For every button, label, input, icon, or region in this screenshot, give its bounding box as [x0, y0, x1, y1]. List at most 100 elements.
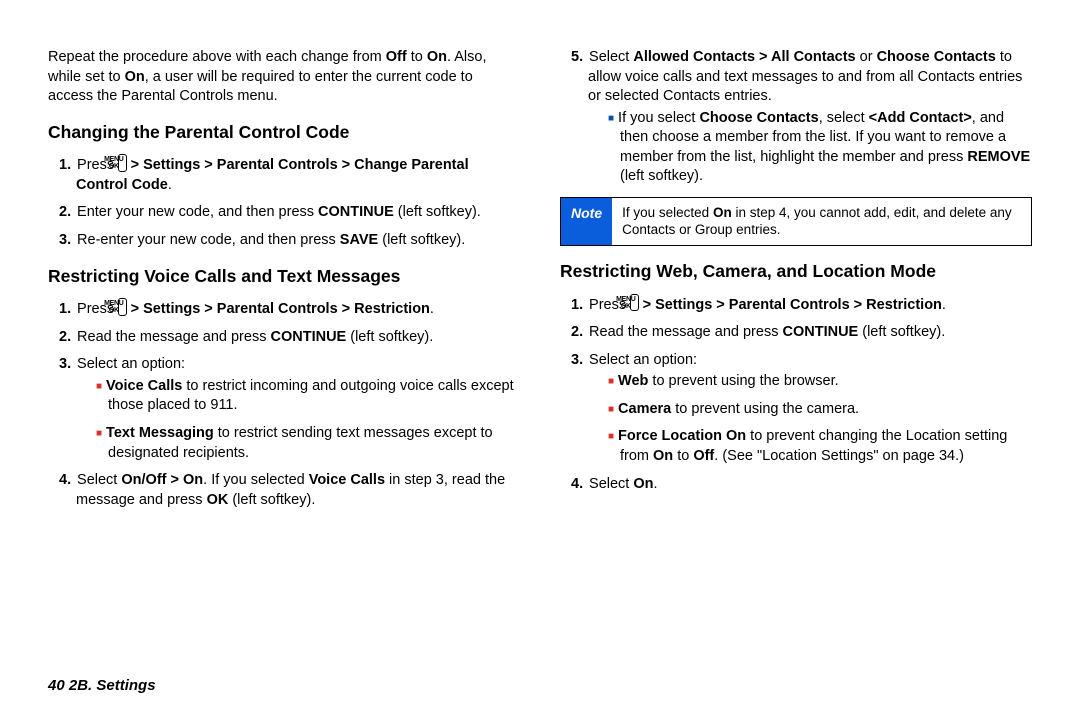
step-3: 3. Select an option: ■Web to prevent usi… [560, 351, 1032, 467]
step-number: 1. [59, 156, 73, 176]
step-1: 1. Press MENUOK > Settings > Parental Co… [560, 294, 1032, 316]
bullet-icon: ■ [608, 376, 618, 387]
text: to prevent using the browser. [648, 373, 838, 389]
text: . [430, 301, 434, 317]
bold-on: On [713, 205, 732, 220]
step-3: 3. Re-enter your new code, and then pres… [48, 231, 520, 251]
text: (left softkey). [346, 329, 433, 345]
text: (left softkey). [394, 204, 481, 220]
manual-page: Repeat the procedure above with each cha… [0, 0, 1080, 720]
text: . [168, 177, 172, 193]
bold-choose: Choose Contacts [877, 49, 996, 65]
bold-continue: CONTINUE [270, 329, 346, 345]
text: , select [819, 110, 869, 126]
step-1: 1. Press MENUOK > Settings > Parental Co… [48, 154, 520, 195]
text: Select an option: [589, 352, 697, 368]
step-number: 4. [571, 475, 585, 495]
option-force-location: ■Force Location On to prevent changing t… [588, 427, 1032, 466]
bold-remove: REMOVE [967, 149, 1030, 165]
steps-restrict-calls-cont: 5. Select Allowed Contacts > All Contact… [560, 48, 1032, 187]
bold-on: On [427, 49, 447, 65]
step-number: 2. [571, 323, 585, 343]
text: (left softkey). [228, 492, 315, 508]
text: . If you selected [203, 472, 309, 488]
text: Select [77, 472, 121, 488]
bullet-icon: ■ [96, 428, 106, 439]
step-number: 5. [571, 48, 585, 68]
text: Enter your new code, and then press [77, 204, 318, 220]
text: . (See "Location Settings" on page 34.) [714, 448, 964, 464]
bold-voice: Voice Calls [106, 378, 182, 394]
menu-ok-key-icon: MENUOK [118, 154, 126, 172]
step-number: 3. [59, 355, 73, 375]
page-footer: 40 2B. Settings [48, 676, 156, 696]
heading-restrict-calls: Restricting Voice Calls and Text Message… [48, 265, 520, 289]
bold-allowed: Allowed Contacts > All Contacts [633, 49, 855, 65]
option-list: ■Voice Calls to restrict incoming and ou… [76, 377, 520, 463]
step-2: 2. Enter your new code, and then press C… [48, 203, 520, 223]
section-name: 2B. Settings [69, 677, 156, 694]
note-body: If you selected On in step 4, you cannot… [612, 198, 1031, 245]
bold-voice: Voice Calls [309, 472, 385, 488]
note-box: Note If you selected On in step 4, you c… [560, 197, 1032, 246]
step-number: 2. [59, 203, 73, 223]
bold-on: On [633, 476, 653, 492]
text: Read the message and press [589, 324, 782, 340]
bold-continue: CONTINUE [782, 324, 858, 340]
right-column: 5. Select Allowed Contacts > All Contact… [560, 48, 1032, 518]
nav-path: > Settings > Parental Controls > Change … [76, 157, 469, 193]
steps-restrict-web: 1. Press MENUOK > Settings > Parental Co… [560, 294, 1032, 495]
text: Select [589, 49, 633, 65]
bold-ok: OK [207, 492, 229, 508]
step-number: 3. [59, 231, 73, 251]
text: (left softkey). [378, 232, 465, 248]
bold-web: Web [618, 373, 648, 389]
sub-choose-contacts: ■If you select Choose Contacts, select <… [588, 109, 1032, 187]
bold-add-contact: <Add Contact> [869, 110, 972, 126]
bold-choose: Choose Contacts [699, 110, 818, 126]
bold-off: Off [693, 448, 714, 464]
text: If you select [618, 110, 699, 126]
bold-force-location: Force Location On [618, 428, 746, 444]
text: to prevent using the camera. [671, 401, 859, 417]
bold-on: On [125, 69, 145, 85]
step-2: 2. Read the message and press CONTINUE (… [560, 323, 1032, 343]
step-1: 1. Press MENUOK > Settings > Parental Co… [48, 298, 520, 320]
bold-save: SAVE [340, 232, 378, 248]
step-4: 4. Select On/Off > On. If you selected V… [48, 471, 520, 510]
text: to [407, 49, 427, 65]
option-voice-calls: ■Voice Calls to restrict incoming and ou… [76, 377, 520, 416]
step-4: 4. Select On. [560, 475, 1032, 495]
two-column-layout: Repeat the procedure above with each cha… [48, 48, 1032, 518]
menu-ok-key-icon: MENUOK [630, 294, 638, 312]
text: Select [589, 476, 633, 492]
bold-continue: CONTINUE [318, 204, 394, 220]
step-number: 1. [571, 296, 585, 316]
text: Repeat the procedure above with each cha… [48, 49, 386, 65]
step-number: 1. [59, 300, 73, 320]
note-label: Note [561, 198, 612, 245]
steps-restrict-calls: 1. Press MENUOK > Settings > Parental Co… [48, 298, 520, 510]
bullet-icon: ■ [608, 431, 618, 442]
step-3: 3. Select an option: ■Voice Calls to res… [48, 355, 520, 463]
step-2: 2. Read the message and press CONTINUE (… [48, 328, 520, 348]
option-camera: ■Camera to prevent using the camera. [588, 400, 1032, 420]
step-number: 3. [571, 351, 585, 371]
bold-off: Off [386, 49, 407, 65]
bullet-icon: ■ [608, 113, 618, 124]
text: Select an option: [77, 356, 185, 372]
bullet-icon: ■ [96, 381, 106, 392]
page-number: 40 [48, 677, 65, 694]
bold-text: Text Messaging [106, 425, 214, 441]
bold-onoff: On/Off > On [121, 472, 203, 488]
nav-path: > Settings > Parental Controls > Restric… [127, 301, 430, 317]
nav-path: > Settings > Parental Controls > Restric… [639, 297, 942, 313]
heading-restrict-web: Restricting Web, Camera, and Location Mo… [560, 260, 1032, 284]
bold-on: On [653, 448, 673, 464]
text: . [654, 476, 658, 492]
option-web: ■Web to prevent using the browser. [588, 372, 1032, 392]
text: to [673, 448, 693, 464]
left-column: Repeat the procedure above with each cha… [48, 48, 520, 518]
text: . [942, 297, 946, 313]
bold-camera: Camera [618, 401, 671, 417]
